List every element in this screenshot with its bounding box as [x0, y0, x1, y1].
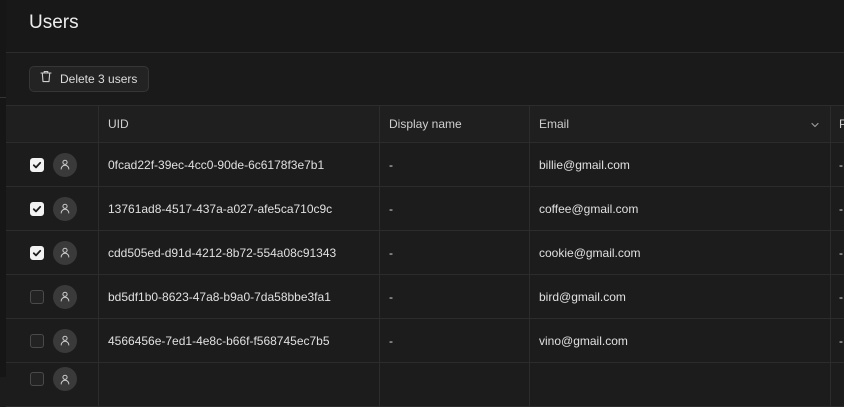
column-header-display-name[interactable]: Display name	[380, 106, 530, 142]
trash-icon	[40, 70, 52, 88]
column-header-uid-label: UID	[108, 117, 129, 131]
toolbar: Delete 3 users	[6, 53, 844, 106]
display-name-cell: -	[380, 319, 530, 362]
uid-value: 13761ad8-4517-437a-a027-afe5ca710c9c	[108, 201, 333, 216]
email-cell	[530, 363, 831, 406]
email-cell: bird@gmail.com	[530, 275, 831, 318]
column-header-uid[interactable]: UID	[99, 106, 380, 142]
table-row[interactable]: 4566456e-7ed1-4e8c-b66f-f568745ec7b5 - vin…	[6, 319, 844, 363]
display-name-value: -	[389, 157, 393, 172]
column-header-email[interactable]: Email	[530, 106, 831, 142]
select-column-header	[6, 106, 99, 142]
display-name-cell: -	[380, 143, 530, 186]
uid-value: bd5df1b0-8623-47a8-b9a0-7da58bbe3fa1	[108, 289, 331, 304]
row-checkbox[interactable]	[30, 201, 44, 216]
extra-value: -	[839, 201, 843, 216]
display-name-value: -	[389, 333, 393, 348]
extra-value: -	[839, 157, 843, 172]
table-row-partial	[6, 363, 844, 407]
chevron-down-icon[interactable]	[810, 119, 820, 133]
email-value: cookie@gmail.com	[539, 245, 641, 260]
delete-users-button[interactable]: Delete 3 users	[29, 66, 150, 92]
table-row[interactable]: 0fcad22f-39ec-4cc0-90de-6c6178f3e7b1 - bil…	[6, 143, 844, 187]
uid-value: cdd505ed-d91d-4212-8b72-554a08c91343	[108, 245, 337, 260]
table-row[interactable]: bd5df1b0-8623-47a8-b9a0-7da58bbe3fa1 - bir…	[6, 275, 844, 319]
email-value: vino@gmail.com	[539, 333, 628, 348]
user-avatar-icon	[53, 367, 77, 391]
uid-cell: 0fcad22f-39ec-4cc0-90de-6c6178f3e7b1	[99, 143, 380, 186]
row-checkbox[interactable]	[30, 245, 44, 260]
column-header-display-name-label: Display name	[389, 117, 462, 131]
extra-value: -	[839, 289, 843, 304]
email-cell: vino@gmail.com	[530, 319, 831, 362]
row-checkbox[interactable]	[30, 289, 44, 304]
uid-cell	[99, 363, 380, 406]
row-checkbox[interactable]	[30, 372, 44, 386]
page-header: Users	[6, 0, 844, 53]
user-avatar-icon	[53, 328, 77, 353]
column-header-extra[interactable]: P	[831, 106, 844, 142]
page-title: Users	[29, 12, 79, 33]
row-select-cell	[6, 319, 99, 362]
user-avatar-icon	[53, 240, 77, 265]
extra-cell: -	[831, 319, 844, 362]
display-name-cell: -	[380, 187, 530, 230]
row-select-cell	[6, 143, 99, 186]
table-header-row: UID Display name Email P	[6, 106, 844, 143]
user-avatar-icon	[53, 284, 77, 309]
display-name-cell: -	[380, 231, 530, 274]
email-cell: cookie@gmail.com	[530, 231, 831, 274]
users-table: UID Display name Email P 0fcad22f-39ec-4…	[6, 106, 844, 407]
extra-cell: -	[831, 143, 844, 186]
user-avatar-icon	[53, 152, 77, 177]
row-checkbox[interactable]	[30, 333, 44, 348]
table-row[interactable]: 13761ad8-4517-437a-a027-afe5ca710c9c - cof…	[6, 187, 844, 231]
extra-cell: -	[831, 187, 844, 230]
row-select-cell	[6, 231, 99, 274]
user-avatar-icon	[53, 196, 77, 221]
uid-cell: 13761ad8-4517-437a-a027-afe5ca710c9c	[99, 187, 380, 230]
table-row[interactable]: cdd505ed-d91d-4212-8b72-554a08c91343 - coo…	[6, 231, 844, 275]
display-name-value: -	[389, 201, 393, 216]
extra-cell: -	[831, 231, 844, 274]
row-select-cell	[6, 187, 99, 230]
row-checkbox[interactable]	[30, 157, 44, 172]
email-value: billie@gmail.com	[539, 157, 630, 172]
column-header-extra-label: P	[839, 117, 844, 131]
uid-value: 0fcad22f-39ec-4cc0-90de-6c6178f3e7b1	[108, 157, 325, 172]
display-name-cell: -	[380, 275, 530, 318]
uid-cell: bd5df1b0-8623-47a8-b9a0-7da58bbe3fa1	[99, 275, 380, 318]
row-select-cell	[6, 275, 99, 318]
display-name-cell	[380, 363, 530, 406]
display-name-value: -	[389, 245, 393, 260]
uid-value: 4566456e-7ed1-4e8c-b66f-f568745ec7b5	[108, 333, 330, 348]
email-value: coffee@gmail.com	[539, 201, 639, 216]
uid-cell: cdd505ed-d91d-4212-8b72-554a08c91343	[99, 231, 380, 274]
extra-value: -	[839, 245, 843, 260]
extra-value: -	[839, 333, 843, 348]
email-value: bird@gmail.com	[539, 289, 626, 304]
uid-cell: 4566456e-7ed1-4e8c-b66f-f568745ec7b5	[99, 319, 380, 362]
delete-users-label: Delete 3 users	[60, 72, 138, 86]
email-cell: billie@gmail.com	[530, 143, 831, 186]
row-select-cell	[6, 363, 99, 406]
column-header-email-label: Email	[539, 117, 570, 131]
email-cell: coffee@gmail.com	[530, 187, 831, 230]
display-name-value: -	[389, 289, 393, 304]
extra-cell: -	[831, 275, 844, 318]
